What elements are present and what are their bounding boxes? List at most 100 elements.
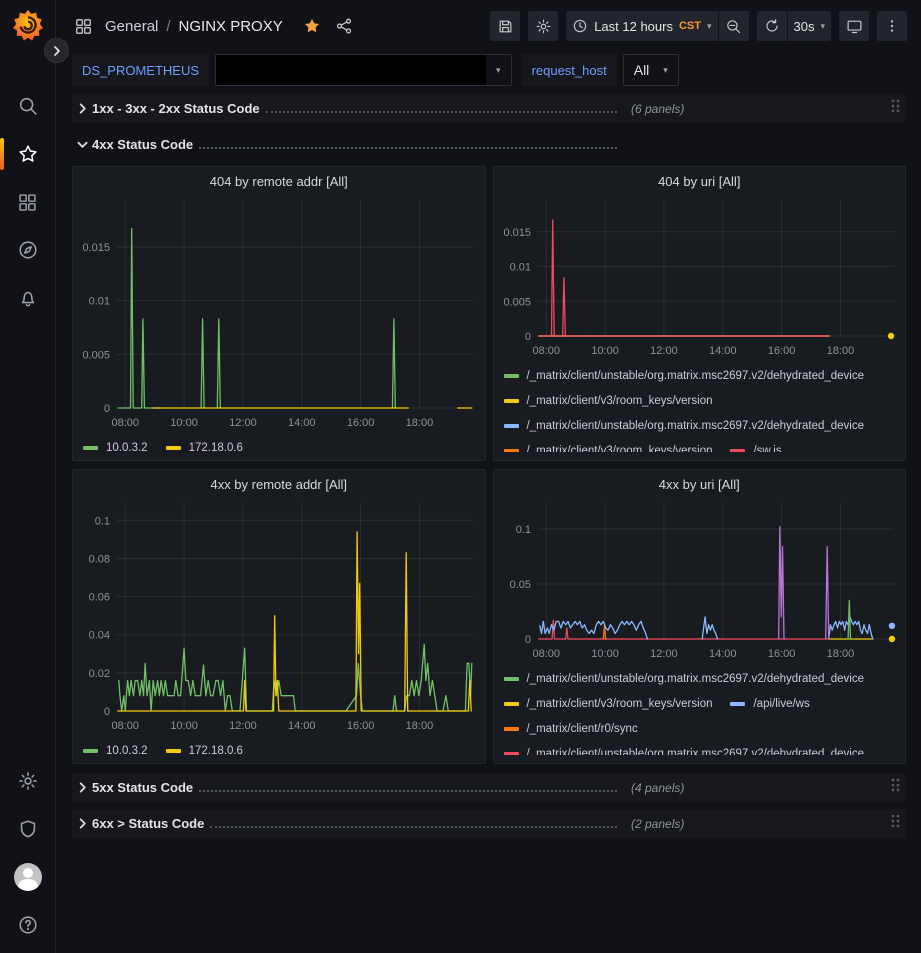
sidebar-item-configuration[interactable] (0, 757, 56, 805)
sidebar-item-profile[interactable] (0, 853, 56, 901)
zoom-out-time-button[interactable] (719, 11, 749, 41)
legend-item[interactable]: /_matrix/client/v3/room_keys/version (504, 388, 713, 413)
chevron-down-icon: ▾ (707, 21, 712, 32)
row-4xx[interactable]: 4xx Status Code (72, 130, 906, 159)
legend-swatch (504, 752, 519, 756)
legend-item[interactable]: /api/live/ws (730, 691, 809, 716)
svg-text:0.02: 0.02 (89, 668, 110, 680)
legend-swatch (166, 446, 181, 450)
time-range-button[interactable]: Last 12 hours CST ▾ (566, 11, 717, 41)
legend-item[interactable]: /_matrix/client/r0/sync (504, 716, 638, 741)
apps-icon (17, 192, 38, 213)
panel-header[interactable]: 404 by uri [All] (494, 167, 906, 196)
legend-label: /_matrix/client/unstable/org.matrix.msc2… (527, 748, 865, 756)
sidebar-item-server-admin[interactable] (0, 805, 56, 853)
variable-label[interactable]: DS_PROMETHEUS (72, 54, 209, 86)
svg-text:18:00: 18:00 (826, 648, 854, 660)
legend-swatch (504, 374, 519, 378)
refresh-button[interactable] (757, 11, 787, 41)
legend-label: /_matrix/client/v3/room_keys/version (527, 395, 713, 407)
panel-header[interactable]: 404 by remote addr [All] (73, 167, 485, 196)
expand-sidebar-button[interactable] (44, 38, 69, 63)
svg-text:0: 0 (524, 331, 530, 343)
grafana-logo[interactable] (11, 8, 45, 42)
variable-ds-prometheus: DS_PROMETHEUS ▾ (72, 54, 512, 86)
drag-handle-icon (890, 98, 900, 114)
sidebar-item-help[interactable] (0, 901, 56, 949)
panel-header[interactable]: 4xx by remote addr [All] (73, 470, 485, 499)
row-title: 6xx > Status Code (92, 816, 204, 831)
sidebar-item-search[interactable] (0, 82, 56, 130)
sidebar-item-dashboards[interactable] (0, 178, 56, 226)
time-series-chart[interactable]: 00.020.040.060.080.108:0010:0012:0014:00… (77, 499, 481, 737)
sidebar-item-explore[interactable] (0, 226, 56, 274)
legend-item[interactable]: 172.18.0.6 (166, 738, 243, 763)
legend-item[interactable]: 10.0.3.2 (83, 435, 148, 460)
sidebar-item-alerting[interactable] (0, 274, 56, 322)
legend-item[interactable]: /sw.js (730, 438, 781, 452)
legend-swatch (83, 446, 98, 450)
legend-swatch (83, 749, 98, 753)
legend-item[interactable]: /_matrix/client/unstable/org.matrix.msc2… (504, 363, 865, 388)
row-1xx-3xx-2xx[interactable]: 1xx - 3xx - 2xx Status Code (6 panels) (72, 94, 906, 123)
legend-label: 10.0.3.2 (106, 442, 148, 454)
legend-item[interactable]: /_matrix/client/v3/room_keys/version (504, 438, 713, 452)
star-filled-icon[interactable] (303, 17, 321, 35)
kebab-menu-button[interactable] (877, 11, 907, 41)
legend-label: 10.0.3.2 (106, 745, 148, 757)
time-series-chart[interactable]: 00.0050.010.01508:0010:0012:0014:0016:00… (77, 196, 481, 434)
row-panel-count: (2 panels) (631, 817, 684, 831)
redacted-value (216, 55, 486, 85)
search-icon (17, 95, 39, 117)
save-dashboard-button[interactable] (490, 11, 520, 41)
svg-text:0.04: 0.04 (89, 630, 110, 642)
svg-text:0.06: 0.06 (89, 592, 110, 604)
row-6xx[interactable]: 6xx > Status Code (2 panels) (72, 809, 906, 838)
panel-legend: 10.0.3.2 172.18.0.6 (73, 434, 485, 460)
legend-swatch (504, 424, 519, 428)
svg-text:14:00: 14:00 (709, 648, 737, 660)
panel-legend: 10.0.3.2 172.18.0.6 (73, 737, 485, 763)
legend-item[interactable]: 10.0.3.2 (83, 738, 148, 763)
bell-icon (17, 287, 39, 309)
legend-swatch (730, 449, 745, 453)
variable-value-dropdown[interactable]: ▾ (215, 54, 512, 86)
legend-label: /_matrix/client/v3/room_keys/version (527, 445, 713, 453)
legend-item[interactable]: /_matrix/client/unstable/org.matrix.msc2… (504, 666, 865, 691)
refresh-interval-dropdown[interactable]: 30s ▾ (788, 11, 832, 41)
dashboard-settings-button[interactable] (528, 11, 558, 41)
legend-item[interactable]: /_matrix/client/unstable/org.matrix.msc2… (504, 741, 865, 755)
svg-text:08:00: 08:00 (532, 345, 560, 357)
time-series-chart[interactable]: 00.050.108:0010:0012:0014:0016:0018:00 (498, 499, 902, 665)
row-drag-handle[interactable] (890, 777, 906, 798)
legend-label: 172.18.0.6 (189, 442, 243, 454)
variable-label[interactable]: request_host (522, 54, 617, 86)
sidebar-item-starred[interactable] (0, 130, 56, 178)
svg-text:0: 0 (104, 706, 110, 718)
legend-item[interactable]: 172.18.0.6 (166, 435, 243, 460)
svg-text:16:00: 16:00 (347, 720, 375, 732)
zoom-out-icon (725, 18, 742, 35)
chevron-right-icon (77, 818, 88, 829)
panel-grid: 404 by remote addr [All] 00.0050.010.015… (72, 166, 906, 764)
legend-item[interactable]: /_matrix/client/unstable/org.matrix.msc2… (504, 413, 865, 438)
time-series-chart[interactable]: 00.0050.010.01508:0010:0012:0014:0016:00… (498, 196, 902, 362)
legend-label: 172.18.0.6 (189, 745, 243, 757)
breadcrumb-folder[interactable]: General (105, 18, 158, 35)
row-drag-handle[interactable] (890, 98, 906, 119)
panel-header[interactable]: 4xx by uri [All] (494, 470, 906, 499)
breadcrumb-dashboard-title[interactable]: NGINX PROXY (179, 18, 283, 35)
compass-icon (17, 239, 39, 261)
legend-item[interactable]: /_matrix/client/v3/room_keys/version (504, 691, 713, 716)
row-5xx[interactable]: 5xx Status Code (4 panels) (72, 773, 906, 802)
cycle-view-mode-button[interactable] (839, 11, 869, 41)
legend-swatch (504, 702, 519, 706)
row-drag-handle[interactable] (890, 813, 906, 834)
svg-text:08:00: 08:00 (111, 720, 139, 732)
svg-text:0.08: 0.08 (89, 553, 110, 565)
share-alt-icon[interactable] (335, 17, 353, 35)
apps-icon (74, 17, 93, 36)
chevron-down-icon (77, 139, 88, 150)
legend-label: /_matrix/client/unstable/org.matrix.msc2… (527, 370, 865, 382)
variable-value-dropdown[interactable]: All ▾ (623, 54, 679, 86)
